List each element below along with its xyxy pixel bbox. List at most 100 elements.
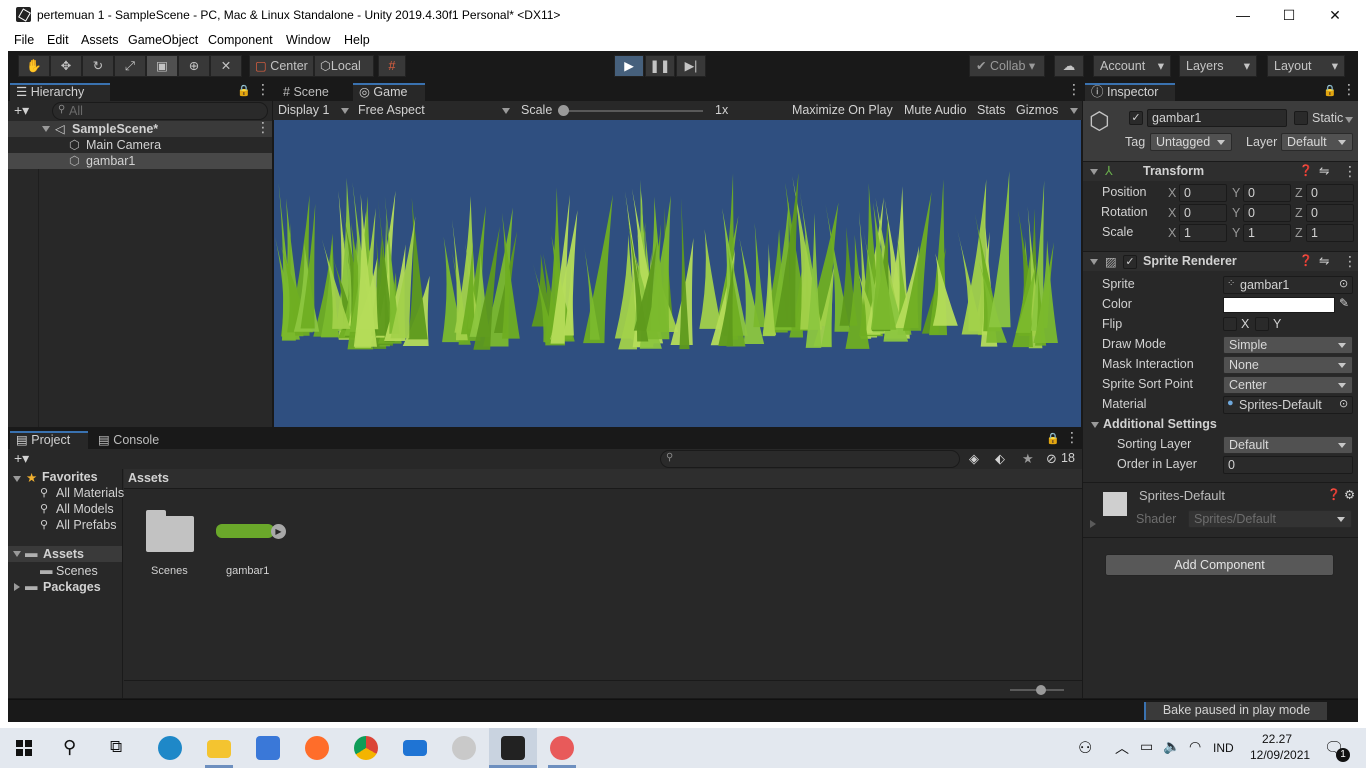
- breadcrumb-assets[interactable]: Assets: [128, 471, 169, 485]
- order-in-layer-field[interactable]: 0: [1223, 456, 1353, 474]
- mute-audio-toggle[interactable]: Mute Audio: [904, 103, 967, 117]
- favorite-item[interactable]: All Materials: [56, 486, 124, 500]
- object-name-input[interactable]: gambar1: [1147, 109, 1287, 127]
- gizmos-toggle[interactable]: Gizmos: [1016, 103, 1058, 117]
- shader-dropdown[interactable]: Sprites/Default: [1188, 510, 1352, 528]
- expand-arrow-icon[interactable]: [1090, 169, 1098, 175]
- packages-label[interactable]: Packages: [43, 580, 101, 594]
- tab-game[interactable]: ◎ Game: [353, 83, 425, 101]
- layers-dropdown[interactable]: Layers ▾: [1179, 55, 1257, 77]
- hierarchy-item[interactable]: ⬡ Main Camera: [8, 137, 272, 153]
- wifi-icon[interactable]: ◠: [1189, 738, 1201, 755]
- flip-x-checkbox[interactable]: [1223, 317, 1237, 331]
- firefox-taskbar-app[interactable]: [293, 728, 341, 768]
- flip-y-checkbox[interactable]: [1255, 317, 1269, 331]
- scene-menu-icon[interactable]: [256, 119, 270, 136]
- position-z-field[interactable]: 0: [1306, 184, 1354, 202]
- folder-item[interactable]: Scenes: [56, 564, 98, 578]
- object-picker-icon[interactable]: ⊙: [1339, 277, 1348, 290]
- pivot-center-toggle[interactable]: ▢ Center: [249, 55, 314, 77]
- expand-arrow-icon[interactable]: [42, 126, 50, 132]
- expand-arrow-icon[interactable]: [1090, 259, 1098, 265]
- hierarchy-search-input[interactable]: All: [52, 102, 268, 120]
- maximize-on-play-toggle[interactable]: Maximize On Play: [792, 103, 893, 117]
- favorites-label[interactable]: Favorites: [42, 470, 98, 484]
- static-checkbox[interactable]: [1294, 111, 1308, 125]
- material-field[interactable]: Sprites-Default: [1223, 396, 1353, 414]
- expand-arrow-icon[interactable]: [1091, 422, 1099, 428]
- project-search-input[interactable]: [660, 450, 960, 468]
- tab-console[interactable]: ▤ Console: [92, 431, 172, 449]
- scale-tool-button[interactable]: ⤢: [114, 55, 146, 77]
- scale-z-field[interactable]: 1: [1306, 224, 1354, 242]
- folder-icon[interactable]: [144, 510, 196, 552]
- sorting-layer-dropdown[interactable]: Default: [1223, 436, 1353, 454]
- asset-label[interactable]: Scenes: [151, 565, 188, 577]
- additional-settings-foldout[interactable]: Additional Settings: [1103, 417, 1217, 431]
- maximize-button[interactable]: ☐: [1266, 0, 1312, 31]
- tab-hierarchy[interactable]: ☰ Hierarchy: [10, 83, 110, 101]
- menu-component[interactable]: Component: [208, 33, 273, 47]
- expand-arrow-icon[interactable]: [13, 476, 21, 482]
- menu-assets[interactable]: Assets: [81, 33, 119, 47]
- component-menu-icon[interactable]: [1343, 253, 1357, 270]
- filter-by-label-icon[interactable]: ⬖: [995, 451, 1005, 467]
- rotation-x-field[interactable]: 0: [1179, 204, 1227, 222]
- grid-snap-button[interactable]: #: [378, 55, 406, 77]
- input-language[interactable]: IND: [1213, 741, 1234, 755]
- help-icon[interactable]: ❓: [1299, 254, 1313, 267]
- unity-taskbar-app[interactable]: [489, 728, 537, 768]
- favorite-item[interactable]: All Models: [56, 502, 114, 516]
- icon-size-slider-handle[interactable]: [1036, 685, 1046, 695]
- tab-project[interactable]: ▤ Project: [10, 431, 88, 449]
- minimize-button[interactable]: —: [1220, 0, 1266, 31]
- scale-y-field[interactable]: 1: [1243, 224, 1291, 242]
- color-swatch[interactable]: [1223, 297, 1335, 313]
- panel-menu-icon[interactable]: [256, 81, 270, 98]
- menu-window[interactable]: Window: [286, 33, 330, 47]
- game-viewport[interactable]: [274, 120, 1081, 427]
- display-dropdown[interactable]: Display 1: [278, 103, 329, 117]
- active-checkbox[interactable]: ✓: [1129, 111, 1143, 125]
- position-x-field[interactable]: 0: [1179, 184, 1227, 202]
- menu-help[interactable]: Help: [344, 33, 370, 47]
- scale-x-field[interactable]: 1: [1179, 224, 1227, 242]
- lock-icon[interactable]: 🔒: [237, 84, 251, 97]
- rotate-tool-button[interactable]: ↻: [82, 55, 114, 77]
- tag-dropdown[interactable]: Untagged: [1150, 133, 1232, 151]
- presets-icon[interactable]: ⇋: [1319, 253, 1329, 268]
- show-hidden-icons-chevron-icon[interactable]: ︿: [1115, 738, 1129, 758]
- sprite-renderer-header[interactable]: ▨ ✓ Sprite Renderer ❓ ⇋: [1083, 251, 1358, 271]
- layout-dropdown[interactable]: Layout ▾: [1267, 55, 1345, 77]
- hierarchy-item-selected[interactable]: ⬡ gambar1: [8, 153, 272, 169]
- edge-taskbar-app[interactable]: [146, 728, 194, 768]
- store-taskbar-app[interactable]: [244, 728, 292, 768]
- close-button[interactable]: ✕: [1312, 0, 1358, 31]
- favorite-star-icon[interactable]: ★: [1022, 451, 1034, 467]
- step-button[interactable]: ▶|: [676, 55, 706, 77]
- clock-date[interactable]: 12/09/2021: [1250, 748, 1310, 762]
- menu-gameobject[interactable]: GameObject: [128, 33, 198, 47]
- rotation-y-field[interactable]: 0: [1243, 204, 1291, 222]
- menu-edit[interactable]: Edit: [47, 33, 69, 47]
- create-button[interactable]: +▾: [14, 450, 29, 467]
- asset-label[interactable]: gambar1: [226, 565, 269, 577]
- transform-header[interactable]: ⅄ Transform ❓ ⇋: [1083, 161, 1358, 181]
- pause-button[interactable]: ❚❚: [645, 55, 675, 77]
- scene-row[interactable]: ◁ SampleScene*: [8, 119, 272, 137]
- presets-icon[interactable]: ⇋: [1319, 163, 1329, 178]
- component-menu-icon[interactable]: [1343, 163, 1357, 180]
- paint3d-taskbar-app[interactable]: [538, 728, 586, 768]
- custom-tool-button[interactable]: ✕: [210, 55, 242, 77]
- start-button[interactable]: [0, 728, 48, 768]
- filter-by-type-icon[interactable]: ◈: [969, 451, 979, 467]
- volume-icon[interactable]: 🔈: [1163, 738, 1180, 755]
- expand-arrow-icon[interactable]: [13, 551, 21, 557]
- task-view-button[interactable]: ⧉: [96, 728, 144, 768]
- tab-scene[interactable]: # Scene: [277, 83, 349, 101]
- move-tool-button[interactable]: ✥: [50, 55, 82, 77]
- paint-taskbar-app[interactable]: [440, 728, 488, 768]
- transform-tool-button[interactable]: ⊕: [178, 55, 210, 77]
- clock-time[interactable]: 22.27: [1262, 732, 1292, 746]
- help-icon[interactable]: ❓: [1299, 164, 1313, 177]
